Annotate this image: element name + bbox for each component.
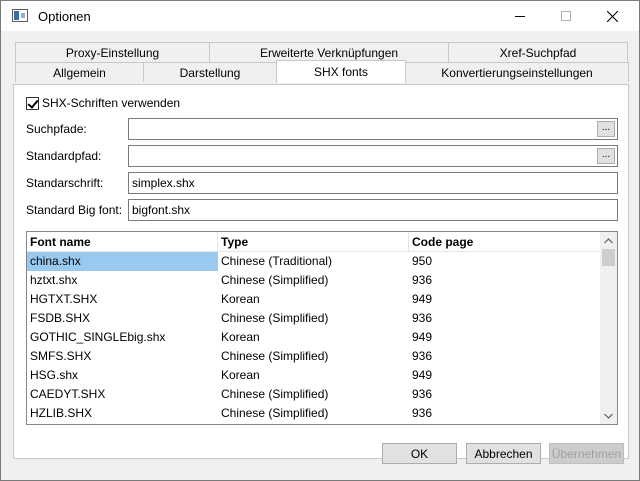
cell-font-name: hztxt.shx (30, 273, 78, 287)
use-shx-checkbox-row[interactable]: SHX-Schriften verwenden (26, 96, 180, 110)
table-row[interactable]: CAEDYT.SHX Chinese (Simplified) 936 (27, 385, 601, 404)
tab-row-top: Proxy-Einstellung Erweiterte Verknüpfung… (15, 42, 628, 62)
cell-code-page: 949 (412, 368, 433, 382)
default-path-input[interactable]: ... (128, 145, 618, 167)
table-row[interactable]: HZLIB.SHX Chinese (Simplified) 936 (27, 404, 601, 423)
tab-shx-fonts[interactable]: SHX fonts (276, 60, 406, 83)
cell-type: Chinese (Traditional) (221, 254, 332, 268)
ok-button[interactable]: OK (382, 443, 457, 464)
cell-font-name: FSDB.SHX (30, 311, 91, 325)
cell-code-page: 950 (412, 254, 433, 268)
scroll-down-icon (604, 413, 613, 419)
cell-type: Korean (221, 368, 260, 382)
search-paths-label: Suchpfade: (26, 122, 87, 136)
tab-advanced-links[interactable]: Erweiterte Verknüpfungen (209, 42, 449, 62)
cell-code-page: 936 (412, 349, 433, 363)
tab-xref-path[interactable]: Xref-Suchpfad (448, 42, 628, 62)
window-title: Optionen (38, 9, 91, 24)
maximize-button (543, 1, 589, 31)
big-font-input[interactable]: bigfont.shx (128, 199, 618, 221)
cell-font-name: GOTHIC_SINGLEbig.shx (30, 330, 166, 344)
column-header-code-page[interactable]: Code page (409, 232, 601, 252)
default-path-label: Standardpfad: (26, 149, 102, 163)
column-header-font-name[interactable]: Font name (27, 232, 218, 252)
search-paths-input[interactable]: ... (128, 118, 618, 140)
scroll-up-button[interactable] (600, 232, 617, 249)
maximize-icon (561, 11, 571, 21)
cell-font-name: HSG.shx (30, 368, 79, 382)
scroll-down-button[interactable] (600, 407, 617, 424)
cell-code-page: 936 (412, 387, 433, 401)
cell-code-page: 949 (412, 292, 433, 306)
close-icon (606, 10, 618, 22)
cell-font-name: SMFS.SHX (30, 349, 92, 363)
table-row[interactable]: SMFS.SHX Chinese (Simplified) 936 (27, 347, 601, 366)
cancel-button[interactable]: Abbrechen (466, 443, 541, 464)
title-bar[interactable]: Optionen (1, 1, 639, 31)
cell-font-name: HGTXT.SHX (30, 292, 98, 306)
scroll-up-icon (604, 237, 613, 243)
default-font-label: Standarschrift: (26, 176, 104, 190)
cell-font-name: CAEDYT.SHX (30, 387, 106, 401)
shx-fonts-panel: SHX-Schriften verwenden Suchpfade: ... S… (13, 84, 629, 459)
font-list[interactable]: Font name Type Code page china.shx Chine… (26, 231, 618, 425)
tab-conversion-settings[interactable]: Konvertierungseinstellungen (405, 62, 629, 82)
dialog-body: Proxy-Einstellung Erweiterte Verknüpfung… (1, 31, 639, 480)
cell-code-page: 949 (412, 330, 433, 344)
font-list-scrollbar[interactable] (600, 232, 617, 424)
table-row[interactable]: GOTHIC_SINGLEbig.shx Korean 949 (27, 328, 601, 347)
tab-row-bottom: Allgemein Darstellung SHX fonts Konverti… (15, 60, 629, 83)
table-row[interactable]: china.shx Chinese (Traditional) 950 (27, 252, 601, 271)
cell-type: Chinese (Simplified) (221, 387, 329, 401)
column-header-type[interactable]: Type (218, 232, 409, 252)
cell-font-name: china.shx (27, 252, 218, 271)
cell-type: Korean (221, 292, 260, 306)
table-row[interactable]: HSG.shx Korean 949 (27, 366, 601, 385)
minimize-icon (515, 15, 525, 17)
apply-button: Übernehmen (549, 443, 624, 464)
use-shx-checkbox-label: SHX-Schriften verwenden (42, 96, 181, 110)
search-paths-browse-button[interactable]: ... (597, 121, 615, 137)
big-font-label: Standard Big font: (26, 203, 123, 217)
tab-display[interactable]: Darstellung (143, 62, 277, 82)
cell-type: Chinese (Simplified) (221, 406, 329, 420)
table-row[interactable]: FSDB.SHX Chinese (Simplified) 936 (27, 309, 601, 328)
tab-proxy[interactable]: Proxy-Einstellung (15, 42, 210, 62)
cell-code-page: 936 (412, 273, 433, 287)
close-button[interactable] (589, 1, 635, 31)
font-list-rows: china.shx Chinese (Traditional) 950 hztx… (27, 252, 601, 423)
app-icon (12, 9, 28, 22)
cell-code-page: 936 (412, 311, 433, 325)
use-shx-checkbox[interactable] (26, 96, 39, 110)
tab-general[interactable]: Allgemein (15, 62, 144, 82)
minimize-button[interactable] (497, 1, 543, 31)
table-row[interactable]: HGTXT.SHX Korean 949 (27, 290, 601, 309)
cell-type: Korean (221, 330, 260, 344)
table-row[interactable]: hztxt.shx Chinese (Simplified) 936 (27, 271, 601, 290)
cell-type: Chinese (Simplified) (221, 273, 329, 287)
cell-type: Chinese (Simplified) (221, 349, 329, 363)
default-font-input[interactable]: simplex.shx (128, 172, 618, 194)
options-window: Optionen Proxy-Einstellung Erweiterte Ve… (0, 0, 640, 481)
default-path-browse-button[interactable]: ... (597, 148, 615, 164)
font-list-header: Font name Type Code page (27, 232, 601, 252)
cell-type: Chinese (Simplified) (221, 311, 329, 325)
scroll-thumb[interactable] (602, 249, 615, 266)
cell-code-page: 936 (412, 406, 433, 420)
cell-font-name: HZLIB.SHX (30, 406, 93, 420)
